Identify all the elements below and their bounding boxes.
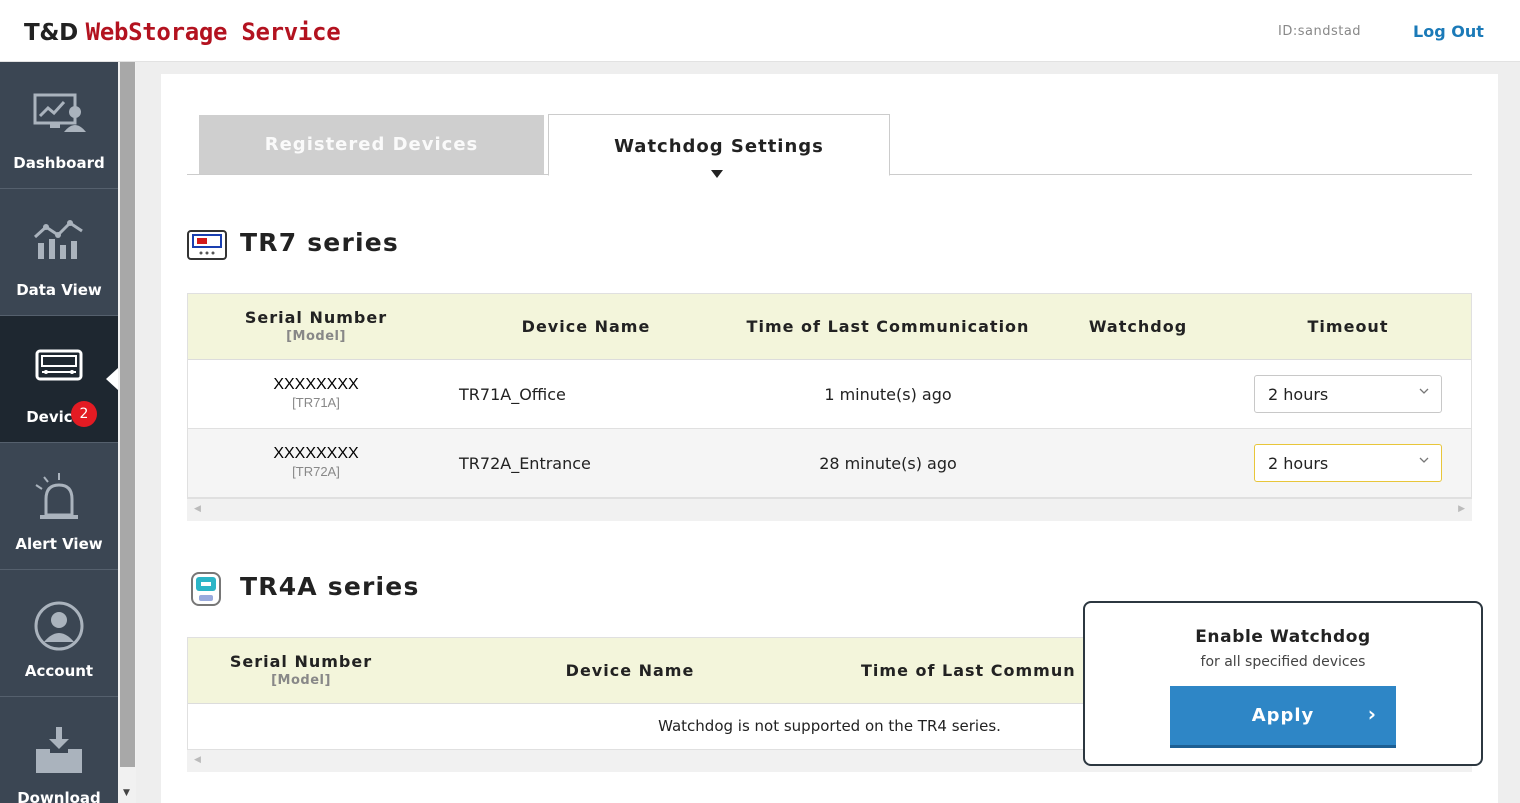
chevron-down-icon bbox=[1419, 457, 1429, 463]
col-last-communication: Time of Last Communication bbox=[746, 317, 1030, 336]
sidebar-item-label: Dashboard bbox=[13, 154, 105, 172]
col-model-label: [Model] bbox=[271, 673, 331, 688]
col-serial-label: Serial Number bbox=[244, 308, 388, 327]
tr7-device-icon bbox=[187, 230, 227, 264]
popup-title: Enable Watchdog bbox=[1195, 627, 1371, 647]
popup-subtitle: for all specified devices bbox=[1200, 654, 1366, 670]
table-row: XXXXXXXX [TR72A] TR72A_Entrance 28 minut… bbox=[188, 429, 1471, 498]
sidebar-scrollbar[interactable]: ▼ bbox=[118, 62, 136, 803]
tab-watchdog-settings[interactable]: Watchdog Settings bbox=[548, 114, 890, 176]
sidebar-item-label: Account bbox=[24, 662, 94, 680]
sidebar-item-devices[interactable]: Devices bbox=[0, 316, 118, 443]
model-label: [TR71A] bbox=[292, 395, 340, 410]
tab-registered-devices[interactable]: Registered Devices bbox=[199, 115, 544, 174]
timeout-value: 2 hours bbox=[1268, 385, 1329, 404]
col-last-communication: Time of Last Commun bbox=[861, 661, 1076, 680]
logo-name: WebStorage Service bbox=[85, 18, 341, 46]
sidebar-item-label: Data View bbox=[16, 281, 102, 299]
download-icon bbox=[0, 727, 118, 777]
dashboard-icon bbox=[0, 92, 118, 142]
sidebar-item-data-view[interactable]: Data View bbox=[0, 189, 118, 316]
serial-cell: XXXXXXXX [TR72A] bbox=[216, 445, 416, 479]
apply-button[interactable]: Apply › bbox=[1170, 686, 1396, 748]
scroll-right-arrow-icon[interactable]: ▶ bbox=[1458, 504, 1465, 514]
tr7-table: Serial Number [Model] Device Name Time o… bbox=[187, 293, 1472, 499]
table-header: Serial Number [Model] Device Name Time o… bbox=[188, 294, 1471, 360]
col-serial-label: Serial Number bbox=[229, 652, 373, 671]
enable-watchdog-popup: Enable Watchdog for all specified device… bbox=[1083, 601, 1483, 766]
col-watchdog: Watchdog bbox=[1088, 317, 1188, 336]
user-id-label: ID:sandstad bbox=[1278, 24, 1362, 39]
timeout-select[interactable]: 2 hours bbox=[1254, 375, 1442, 413]
sidebar-item-dashboard[interactable]: Dashboard bbox=[0, 62, 118, 189]
chevron-right-icon: › bbox=[1367, 702, 1376, 726]
scrollbar-thumb[interactable] bbox=[120, 62, 135, 767]
sidebar-nav: Dashboard Data View Devices Alert View A… bbox=[0, 62, 118, 803]
logout-link[interactable]: Log Out bbox=[1413, 22, 1484, 41]
tr7-horizontal-scrollbar[interactable]: ◀ ▶ bbox=[187, 499, 1472, 521]
serial-number: XXXXXXXX bbox=[273, 376, 359, 393]
serial-number: XXXXXXXX bbox=[273, 445, 359, 462]
sidebar-item-alert-view[interactable]: Alert View bbox=[0, 443, 118, 570]
active-tab-caret-icon bbox=[711, 170, 723, 178]
logo-prefix: T&D bbox=[24, 20, 78, 46]
serial-cell: XXXXXXXX [TR71A] bbox=[216, 376, 416, 410]
account-icon bbox=[0, 600, 118, 651]
sidebar-item-download[interactable]: Download bbox=[0, 697, 118, 803]
scroll-left-arrow-icon[interactable]: ◀ bbox=[194, 504, 201, 514]
alert-count-badge: 2 bbox=[71, 401, 97, 427]
timeout-value: 2 hours bbox=[1268, 454, 1329, 473]
timeout-select[interactable]: 2 hours bbox=[1254, 444, 1442, 482]
sidebar-item-label: Devices bbox=[26, 408, 92, 426]
col-timeout: Timeout bbox=[1307, 317, 1389, 336]
last-communication: 1 minute(s) ago bbox=[824, 385, 952, 404]
sidebar-item-label: Alert View bbox=[15, 535, 103, 553]
last-communication: 28 minute(s) ago bbox=[819, 454, 957, 473]
tr4a-section-title: TR4A series bbox=[240, 572, 420, 601]
devices-icon bbox=[0, 346, 118, 396]
model-label: [TR72A] bbox=[292, 464, 340, 479]
scroll-down-arrow-icon[interactable]: ▼ bbox=[123, 788, 130, 798]
data-view-icon bbox=[0, 219, 118, 269]
alert-icon bbox=[0, 473, 118, 523]
col-model-label: [Model] bbox=[286, 329, 346, 344]
tr4a-device-icon bbox=[189, 571, 223, 613]
tab-bar: Registered Devices Watchdog Settings bbox=[187, 114, 1472, 176]
tr7-section-title: TR7 series bbox=[240, 228, 399, 257]
device-name: TR71A_Office bbox=[459, 385, 566, 404]
chevron-down-icon bbox=[1419, 388, 1429, 394]
col-serial-number: Serial Number [Model] bbox=[216, 308, 416, 344]
app-logo[interactable]: T&D WebStorage Service bbox=[24, 18, 341, 46]
col-device-name: Device Name bbox=[565, 661, 695, 680]
apply-label: Apply bbox=[1251, 705, 1315, 726]
col-device-name: Device Name bbox=[521, 317, 651, 336]
sidebar-item-label: Download bbox=[17, 789, 101, 803]
top-header: T&D WebStorage Service ID:sandstad Log O… bbox=[0, 0, 1520, 62]
table-row: XXXXXXXX [TR71A] TR71A_Office 1 minute(s… bbox=[188, 360, 1471, 429]
device-name: TR72A_Entrance bbox=[459, 454, 591, 473]
sidebar-item-account[interactable]: Account bbox=[0, 570, 118, 697]
col-serial-number: Serial Number [Model] bbox=[201, 652, 401, 688]
active-indicator bbox=[106, 368, 118, 390]
scroll-left-arrow-icon[interactable]: ◀ bbox=[194, 755, 201, 765]
